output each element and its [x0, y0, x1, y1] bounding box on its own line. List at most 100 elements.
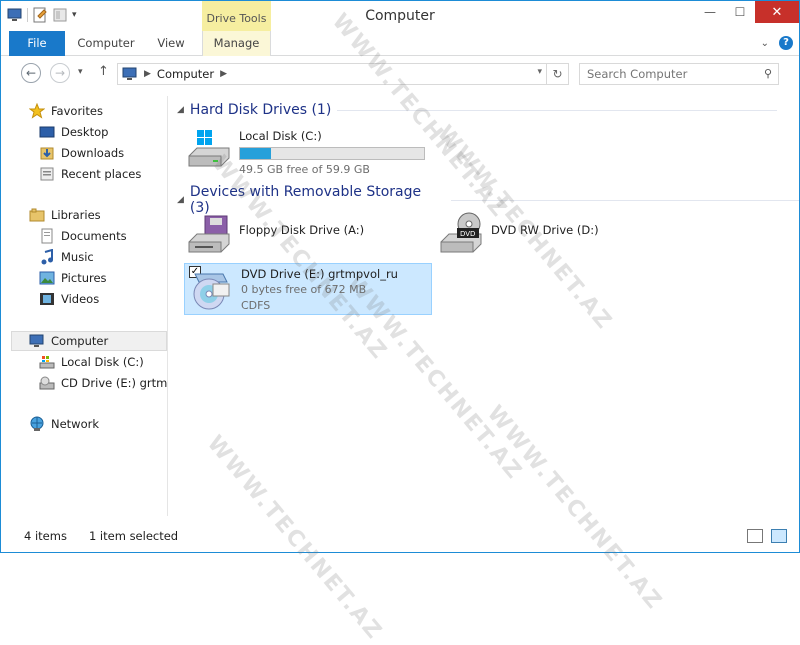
drive-file-system: CDFS: [241, 299, 271, 312]
minimize-button[interactable]: —: [695, 1, 725, 23]
navigation-bar: ← → ▾ ↑ ▶ Computer ▶ ▾ ↻ ⚲: [1, 57, 799, 91]
nav-item-label: Videos: [61, 292, 100, 306]
drive-usage-fill: [240, 148, 272, 159]
recent-locations-chevron-icon[interactable]: ▾: [78, 67, 83, 77]
ribbon-tabs: File Computer View Manage ⌄ ?: [1, 31, 799, 56]
nav-item-desktop[interactable]: Desktop: [39, 122, 108, 142]
window-title: Computer: [365, 8, 435, 24]
nav-item-local-disk-c[interactable]: Local Disk (C:): [39, 352, 144, 372]
drive-details: DVD Drive (E:) grtmpvol_ru 0 bytes free …: [241, 264, 398, 314]
drive-tile-c[interactable]: Local Disk (C:) 49.5 GB free of 59.9 GB: [185, 126, 435, 176]
drive-name: Local Disk (C:): [239, 129, 322, 143]
videos-icon: [39, 291, 55, 307]
nav-item-label: CD Drive (E:) grtmpv: [61, 376, 167, 390]
selection-count: 1 item selected: [88, 529, 179, 543]
group-hard-disk-drives[interactable]: ◢ Hard Disk Drives (1): [177, 102, 778, 118]
computer-icon: [29, 333, 45, 349]
downloads-icon: [39, 145, 55, 161]
title-bar: ▾ Drive Tools Computer — ☐ ✕: [1, 1, 799, 31]
status-bar: 4 items 1 item selected: [1, 520, 799, 552]
nav-item-label: Local Disk (C:): [61, 355, 144, 369]
help-icon[interactable]: ?: [779, 36, 793, 50]
network-icon: [29, 416, 45, 432]
drive-name: DVD RW Drive (D:): [491, 223, 599, 237]
window-controls: — ☐ ✕: [695, 1, 799, 23]
collapse-chevron-icon[interactable]: ◢: [177, 195, 184, 205]
nav-item-label: Music: [61, 250, 94, 264]
desktop-icon: [39, 124, 55, 140]
dvd-drive-icon: [187, 264, 235, 312]
music-icon: [39, 248, 55, 265]
nav-item-label: Downloads: [61, 146, 125, 160]
drive-tile-e[interactable]: ✓ DVD Drive (E:) grtmpvol_ru 0 bytes fre…: [184, 263, 432, 315]
drive-details: Floppy Disk Drive (A:): [239, 210, 364, 238]
libraries-icon: [29, 207, 45, 223]
address-dropdown-icon[interactable]: ▾: [537, 67, 542, 77]
nav-item-label: Recent places: [61, 167, 142, 181]
nav-network[interactable]: Network: [29, 414, 99, 434]
documents-icon: [39, 228, 55, 244]
search-icon[interactable]: ⚲: [764, 67, 772, 80]
star-icon: [29, 102, 46, 119]
drive-name: DVD Drive (E:) grtmpvol_ru: [241, 267, 398, 281]
hard-drive-icon: [39, 354, 55, 370]
nav-item-recent-places[interactable]: Recent places: [39, 164, 141, 184]
nav-item-videos[interactable]: Videos: [39, 289, 99, 309]
drive-details: Local Disk (C:) 49.5 GB free of 59.9 GB: [239, 126, 425, 178]
breadcrumb-arrow-icon[interactable]: ▶: [220, 69, 227, 79]
ribbon-right-controls: ⌄ ?: [761, 36, 793, 50]
nav-item-label: Pictures: [61, 271, 107, 285]
nav-item-downloads[interactable]: Downloads: [39, 143, 124, 163]
tab-computer[interactable]: Computer: [73, 31, 139, 56]
search-box[interactable]: ⚲: [579, 63, 779, 85]
nav-item-music[interactable]: Music: [39, 247, 94, 267]
maximize-button[interactable]: ☐: [725, 1, 755, 23]
nav-item-label: Documents: [61, 229, 127, 243]
collapse-chevron-icon[interactable]: ◢: [177, 105, 184, 115]
group-title: Hard Disk Drives (1): [189, 102, 332, 118]
tab-file[interactable]: File: [9, 31, 65, 56]
nav-favorites-label: Favorites: [51, 104, 103, 118]
search-input[interactable]: [580, 64, 750, 84]
view-switcher: [747, 529, 787, 543]
drive-tile-d[interactable]: DVD DVD RW Drive (D:): [437, 210, 637, 260]
content-pane: ◢ Hard Disk Drives (1) Local Disk (C:) 4…: [169, 96, 799, 516]
tiles-view-icon[interactable]: [771, 529, 787, 543]
breadcrumb-computer[interactable]: Computer: [157, 67, 214, 81]
nav-computer[interactable]: Computer: [11, 331, 167, 351]
drive-free-space: 49.5 GB free of 59.9 GB: [239, 163, 370, 176]
svg-text:DVD: DVD: [460, 230, 475, 238]
back-button[interactable]: ←: [21, 63, 41, 83]
nav-computer-label: Computer: [51, 334, 109, 348]
nav-item-pictures[interactable]: Pictures: [39, 268, 107, 288]
breadcrumb-arrow-icon[interactable]: ▶: [144, 69, 151, 79]
computer-icon: [122, 67, 138, 81]
address-bar[interactable]: ▶ Computer ▶ ▾ ↻: [117, 63, 569, 85]
tab-view[interactable]: View: [147, 31, 195, 56]
dvd-rw-drive-icon: DVD: [437, 210, 485, 258]
nav-favorites[interactable]: Favorites: [29, 101, 103, 121]
item-count: 4 items: [24, 529, 67, 543]
pictures-icon: [39, 270, 55, 286]
expand-ribbon-chevron-icon[interactable]: ⌄: [761, 38, 769, 49]
nav-libraries[interactable]: Libraries: [29, 205, 101, 225]
drive-free-space: 0 bytes free of 672 MB: [241, 283, 367, 296]
floppy-drive-icon: [185, 210, 233, 258]
nav-item-documents[interactable]: Documents: [39, 226, 127, 246]
up-arrow-icon[interactable]: ↑: [98, 64, 109, 79]
nav-item-label: Desktop: [61, 125, 109, 139]
group-divider: [337, 109, 778, 111]
details-view-icon[interactable]: [747, 529, 763, 543]
recent-places-icon: [39, 166, 55, 182]
cd-drive-icon: [39, 375, 55, 391]
refresh-icon[interactable]: ↻: [546, 64, 568, 84]
explorer-window: ▾ Drive Tools Computer — ☐ ✕ File Comput…: [0, 0, 800, 645]
tab-manage[interactable]: Manage: [202, 31, 271, 56]
nav-item-cd-drive-e[interactable]: CD Drive (E:) grtmpv: [39, 373, 167, 393]
drive-tile-a[interactable]: Floppy Disk Drive (A:): [185, 210, 435, 260]
forward-button[interactable]: →: [50, 63, 70, 83]
group-divider: [451, 199, 799, 201]
drive-details: DVD RW Drive (D:): [491, 210, 599, 238]
navigation-pane: Favorites Desktop Downloads Recent place…: [1, 96, 168, 516]
close-button[interactable]: ✕: [755, 1, 799, 23]
